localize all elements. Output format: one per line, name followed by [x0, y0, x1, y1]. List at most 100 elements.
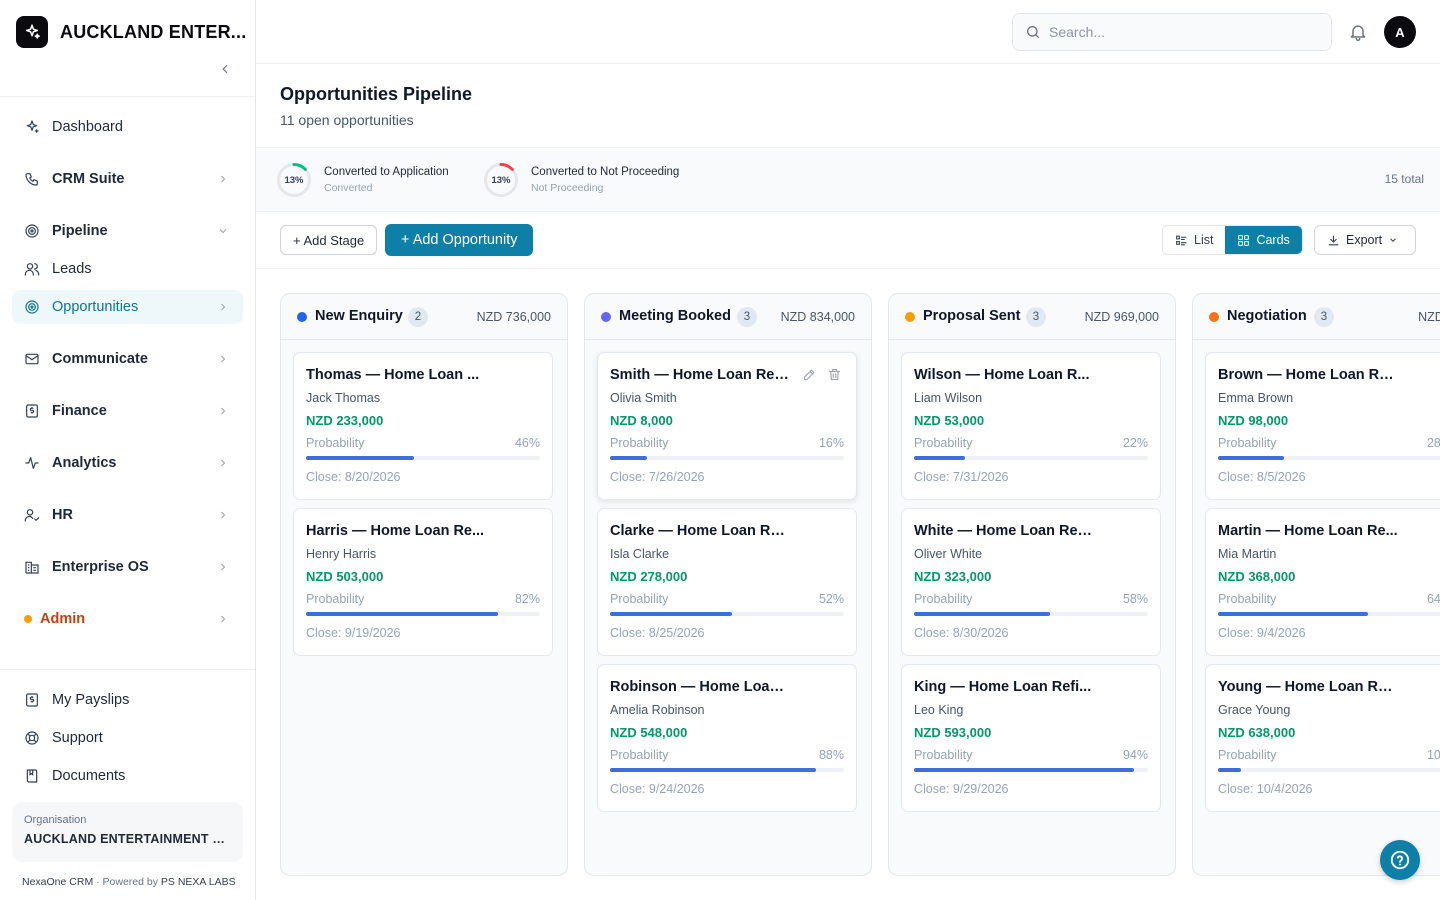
view-list-button[interactable]: List [1163, 226, 1226, 254]
sidebar-item-finance[interactable]: Finance [12, 394, 243, 428]
opportunity-card[interactable]: Smith — Home Loan Ref... Olivia Smith NZD … [597, 352, 857, 500]
sidebar-item-enterprise-os[interactable]: Enterprise OS [12, 550, 243, 584]
column-header: Meeting Booked 3 NZD 834,000 [585, 294, 871, 340]
lifebuoy-icon [24, 730, 40, 746]
add-stage-button[interactable]: + Add Stage [280, 225, 378, 255]
search-box[interactable] [1012, 13, 1332, 51]
card-amount: NZD 548,000 [610, 725, 688, 740]
sidebar-item-analytics[interactable]: Analytics [12, 446, 243, 480]
sidebar-item-pipeline[interactable]: Pipeline [12, 214, 243, 248]
chevron-right-icon [221, 459, 226, 467]
probability-value: 58% [1122, 592, 1148, 606]
organisation-switcher[interactable]: Organisation AUCKLAND ENTERTAINMENT CO..… [12, 802, 243, 862]
sidebar-item-hr[interactable]: HR [12, 498, 243, 532]
probability-value: 94% [1122, 748, 1148, 762]
column-count-badge: 3 [1314, 307, 1334, 327]
opportunity-card[interactable]: King — Home Loan Refi... Leo King NZD 593,… [901, 664, 1161, 812]
opportunity-card[interactable]: Robinson — Home Loan ... Amelia Robinson N… [597, 664, 857, 812]
probability-row: Probability 58% [914, 592, 1148, 606]
building-icon [24, 559, 40, 575]
search-input[interactable] [1049, 24, 1309, 40]
column-header: Negotiation 3 NZD 1,104,0 [1193, 294, 1440, 340]
probability-bar-fill [306, 612, 498, 616]
probability-bar [306, 456, 540, 460]
card-title: Robinson — Home Loan ... [610, 679, 790, 695]
probability-bar [1218, 456, 1440, 460]
sidebar-footer: NexaOne CRM · Powered by PS NEXA LABS [22, 876, 236, 888]
probability-value: 82% [514, 592, 540, 606]
opportunity-card[interactable]: Wilson — Home Loan R... Liam Wilson NZD 53… [901, 352, 1161, 500]
probability-label: Probability [914, 592, 973, 606]
chevron-down-icon [1390, 238, 1397, 242]
card-contact: Mia Martin [1218, 547, 1277, 561]
probability-bar [914, 456, 1148, 460]
card-title: White — Home Loan Ref... [914, 523, 1094, 539]
company-name: PS NEXA LABS [160, 876, 236, 888]
sidebar-item-leads[interactable]: Leads [12, 252, 243, 286]
search-icon [1027, 26, 1039, 38]
sidebar-item-opportunities[interactable]: Opportunities [12, 290, 243, 324]
opportunity-card[interactable]: Young — Home Loan Re... Grace Young NZD 63… [1205, 664, 1440, 812]
page-subtitle: 11 open opportunities [280, 112, 414, 128]
stat-subtitle: Not Proceeding [531, 182, 604, 194]
probability-row: Probability 82% [306, 592, 540, 606]
opportunity-card[interactable]: Clarke — Home Loan Re... Isla Clarke NZD 2… [597, 508, 857, 656]
opportunity-card[interactable]: Thomas — Home Loan ... Jack Thomas NZD 233… [293, 352, 553, 500]
opportunity-card[interactable]: Brown — Home Loan Re... Emma Brown NZD 98,… [1205, 352, 1440, 500]
probability-label: Probability [1218, 592, 1277, 606]
add-opportunity-button[interactable]: + Add Opportunity [385, 224, 534, 256]
card-title: Young — Home Loan Re... [1218, 679, 1398, 695]
sidebar-item-documents[interactable]: Documents [12, 759, 243, 793]
card-contact: Amelia Robinson [610, 703, 705, 717]
stat-title: Converted to Application [324, 166, 449, 178]
chevron-left-icon [222, 64, 228, 74]
probability-label: Probability [1218, 436, 1277, 450]
sidebar-item-crm-suite[interactable]: CRM Suite [12, 162, 243, 196]
probability-bar [914, 768, 1148, 772]
progress-ring: 13% [483, 162, 519, 198]
card-amount: NZD 323,000 [914, 569, 992, 584]
sidebar-item-support[interactable]: Support [12, 721, 243, 755]
trash-icon[interactable] [827, 367, 842, 382]
sidebar-item-label: CRM Suite [52, 171, 125, 187]
probability-bar [1218, 612, 1440, 616]
opportunity-card[interactable]: Harris — Home Loan Re... Henry Harris NZD … [293, 508, 553, 656]
column-title: Negotiation [1227, 308, 1307, 324]
book-icon [24, 768, 40, 784]
probability-value: 64% [1426, 592, 1440, 606]
avatar[interactable]: A [1384, 16, 1416, 48]
sidebar-item-dashboard[interactable]: Dashboard [12, 110, 243, 144]
notifications-button[interactable] [1348, 22, 1368, 42]
card-close-date: Close: 8/25/2026 [610, 626, 705, 640]
column-total: NZD 1,104,0 [1418, 310, 1440, 324]
probability-label: Probability [610, 592, 669, 606]
sidebar-item-my-payslips[interactable]: My Payslips [12, 683, 243, 717]
card-close-date: Close: 9/29/2026 [914, 782, 1009, 796]
card-close-date: Close: 7/31/2026 [914, 470, 1009, 484]
edit-icon[interactable] [802, 367, 817, 382]
view-list-label: List [1194, 233, 1214, 247]
opportunity-card[interactable]: Martin — Home Loan Re... Mia Martin NZD 36… [1205, 508, 1440, 656]
sparkles-logo-icon [16, 16, 48, 48]
view-cards-button[interactable]: Cards [1225, 226, 1302, 254]
topbar: A [256, 0, 1440, 64]
stat-percent: 13% [284, 174, 304, 186]
sidebar-item-admin[interactable]: Admin [12, 602, 243, 636]
column-total: NZD 834,000 [780, 310, 855, 324]
user-check-icon [24, 507, 40, 523]
chevron-down-icon [219, 229, 227, 234]
help-button[interactable] [1380, 840, 1420, 880]
export-button[interactable]: Export [1314, 225, 1416, 255]
column-title: Proposal Sent [923, 308, 1021, 324]
chevron-right-icon [221, 407, 226, 415]
brand[interactable]: AUCKLAND ENTER... [16, 16, 246, 48]
probability-value: 22% [1122, 436, 1148, 450]
opportunity-card[interactable]: White — Home Loan Ref... Oliver White NZD … [901, 508, 1161, 656]
collapse-sidebar-button[interactable] [216, 60, 234, 78]
sidebar-item-communicate[interactable]: Communicate [12, 342, 243, 376]
chevron-right-icon [221, 303, 226, 311]
card-contact: Olivia Smith [610, 391, 677, 405]
sidebar-item-label: Analytics [52, 455, 117, 471]
column-title: New Enquiry [315, 308, 403, 324]
probability-row: Probability 28% [1218, 436, 1440, 450]
